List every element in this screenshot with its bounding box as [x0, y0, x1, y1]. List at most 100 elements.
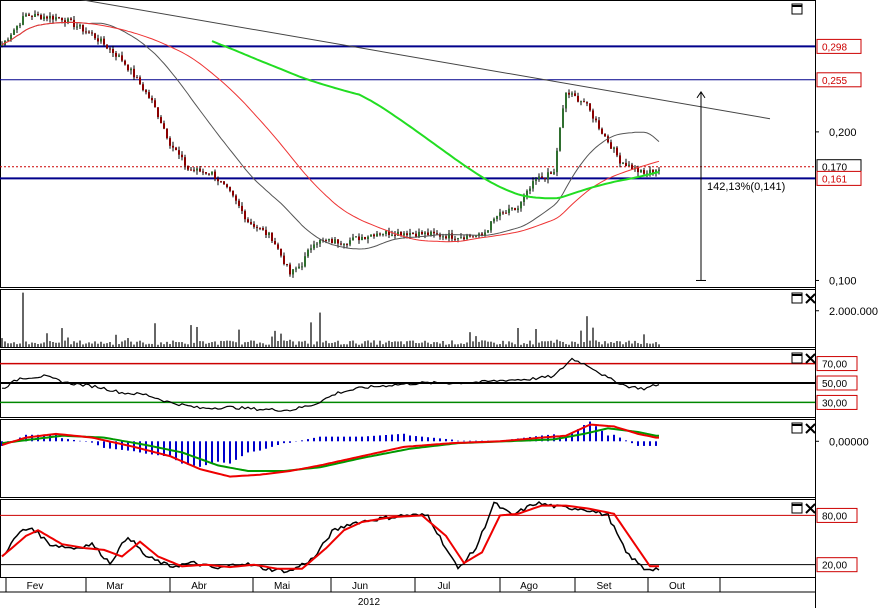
candle-body [316, 243, 318, 245]
candle-body [232, 190, 234, 196]
month-label: Mai [274, 581, 290, 592]
candle-body [91, 32, 93, 34]
candle-body [124, 60, 126, 65]
candle-body [643, 170, 645, 174]
candle-body [151, 97, 153, 101]
candle-body [229, 187, 231, 191]
month-label: Jul [438, 581, 451, 592]
candle-body [22, 16, 24, 25]
candle-body [52, 15, 54, 20]
maximize-icon[interactable] [791, 352, 803, 364]
candle-body [508, 208, 510, 214]
price-tag-label: 0,255 [822, 76, 847, 87]
candle-body [589, 103, 591, 111]
candle-body [535, 178, 537, 182]
candle-body [346, 244, 348, 246]
candle-body [19, 24, 21, 26]
month-label: Abr [191, 581, 207, 592]
candle-body [253, 223, 255, 227]
candle-body [157, 107, 159, 118]
candle-body [373, 234, 375, 237]
candle-body [160, 117, 162, 124]
candle-body [499, 212, 501, 217]
candle-body [436, 233, 438, 235]
candle-body [46, 16, 48, 19]
candle-body [301, 266, 303, 268]
candle-body [340, 243, 342, 245]
maximize-icon[interactable] [791, 3, 803, 15]
measure-annotation: 142,13%(0,141) [707, 181, 785, 193]
candle-body [55, 17, 57, 20]
rsi-tick-label: 70,00 [822, 360, 847, 371]
candle-body [382, 233, 384, 235]
candle-body [622, 162, 624, 164]
candle-body [109, 48, 111, 50]
candle-body [415, 233, 417, 237]
candle-body [469, 235, 471, 237]
candle-body [487, 230, 489, 233]
candle-body [43, 16, 45, 20]
month-label: Out [669, 581, 685, 592]
candle-body [115, 52, 117, 57]
candle-body [238, 200, 240, 206]
maximize-icon[interactable] [791, 292, 803, 304]
candle-body [118, 55, 120, 57]
candle-body [505, 212, 507, 214]
candle-body [625, 162, 627, 166]
candle-body [13, 29, 15, 35]
candle-body [265, 229, 267, 235]
price-tag-label: 0,161 [822, 174, 847, 185]
candle-body [391, 234, 393, 236]
candle-body [343, 244, 345, 246]
candle-body [355, 236, 357, 238]
candle-body [352, 237, 354, 241]
candle-body [328, 239, 330, 241]
candle-body [511, 208, 513, 210]
candle-body [256, 226, 258, 228]
candle-body [313, 244, 315, 249]
candle-body [34, 13, 36, 17]
candle-body [133, 68, 135, 78]
candle-body [640, 170, 642, 173]
candle-body [40, 15, 42, 20]
candle-body [544, 177, 546, 180]
candle-body [442, 236, 444, 238]
candle-body [181, 154, 183, 158]
candle-body [226, 184, 228, 188]
candle-body [148, 92, 150, 98]
candle-body [538, 176, 540, 179]
candle-body [358, 236, 360, 241]
candle-body [367, 236, 369, 239]
maximize-icon[interactable] [791, 422, 803, 434]
candle-body [271, 232, 273, 242]
candle-body [412, 233, 414, 235]
candle-body [187, 165, 189, 170]
candle-body [145, 90, 147, 93]
candle-body [208, 173, 210, 175]
year-label: 2012 [358, 597, 381, 608]
month-label: Set [596, 581, 611, 592]
candle-body [49, 15, 51, 19]
candle-body [16, 25, 18, 30]
candle-body [601, 128, 603, 134]
candle-body [592, 110, 594, 119]
candle-body [421, 231, 423, 235]
x-axis: Fev Mar Abr Mai Jun Jul Ago Set Out 2012 [0, 577, 815, 608]
candle-body [139, 77, 141, 85]
candle-body [571, 93, 573, 95]
candle-body [409, 233, 411, 236]
candle-body [604, 133, 606, 137]
candle-body [121, 55, 123, 61]
candle-body [82, 24, 84, 32]
candle-body [88, 31, 90, 33]
candle-body [517, 208, 519, 210]
candle-body [574, 93, 576, 96]
candle-body [379, 233, 381, 235]
candle-body [559, 127, 561, 151]
candle-body [262, 228, 264, 230]
panel-frame-vol [0, 289, 816, 348]
maximize-icon[interactable] [791, 502, 803, 514]
candle-body [598, 120, 600, 129]
candle-body [520, 201, 522, 209]
candle-body [400, 231, 402, 236]
